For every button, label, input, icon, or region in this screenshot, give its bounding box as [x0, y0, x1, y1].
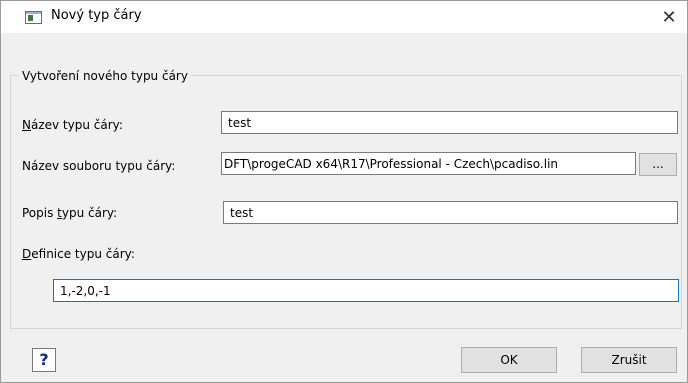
definition-label-mnemonic: D	[22, 247, 32, 261]
cancel-button[interactable]: Zrušit	[581, 347, 677, 373]
group-legend: Vytvoření nového typu čáry	[19, 69, 191, 83]
line-type-name-input[interactable]: test	[221, 111, 678, 134]
title-bar[interactable]: Nový typ čáry ✕	[1, 1, 687, 33]
close-button[interactable]: ✕	[655, 5, 683, 29]
definition-label: Definice typu čáry:	[22, 247, 135, 261]
line-type-file-input[interactable]: DFT\progeCAD x64\R17\Professional - Czec…	[221, 152, 636, 175]
browse-button-label: ...	[652, 157, 664, 171]
file-label: Název souboru typu čáry:	[22, 159, 176, 173]
line-type-description-input[interactable]: test	[223, 201, 678, 224]
description-label-start: Popis	[22, 206, 58, 220]
help-button[interactable]: ?	[32, 348, 56, 372]
window-title: Nový typ čáry	[51, 8, 142, 23]
name-label-text: ázev typu čáry:	[30, 118, 123, 132]
description-label-end: ypu čáry:	[61, 206, 118, 220]
name-label: Název typu čáry:	[22, 118, 123, 132]
line-type-dialog: Nový typ čáry ✕ Vytvoření nového typu čá…	[0, 0, 688, 383]
line-type-definition-input[interactable]: 1,-2,0,-1	[53, 279, 679, 302]
app-window-icon	[25, 11, 42, 24]
ok-button[interactable]: OK	[461, 347, 557, 373]
browse-file-button[interactable]: ...	[639, 153, 677, 176]
name-label-mnemonic: N	[22, 118, 31, 132]
description-label: Popis typu čáry:	[22, 206, 117, 220]
definition-label-text: efinice typu čáry:	[31, 247, 135, 261]
